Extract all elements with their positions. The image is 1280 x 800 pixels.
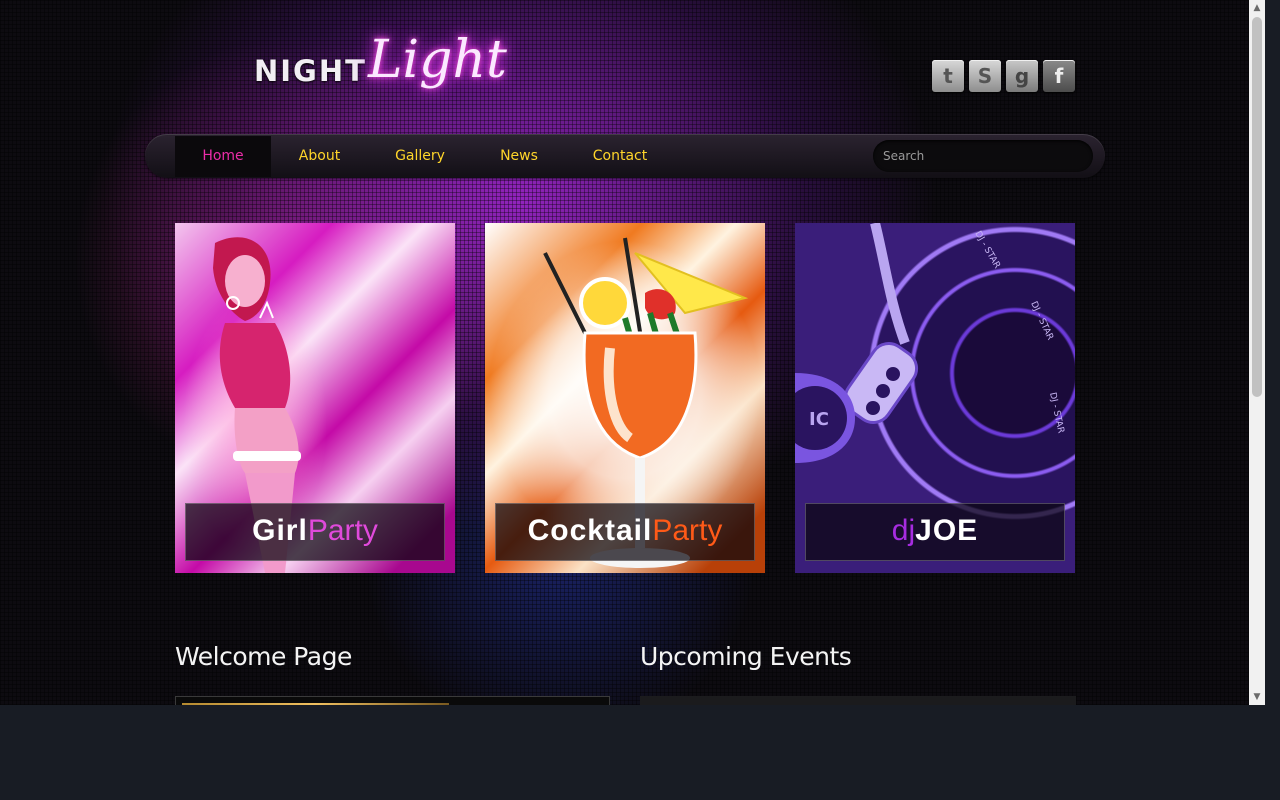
card-cocktail-party-title: CocktailParty bbox=[495, 503, 755, 561]
title-strong: JOE bbox=[915, 514, 979, 547]
twitter-icon[interactable]: t bbox=[932, 60, 964, 92]
scroll-up-arrow-icon[interactable]: ▲ bbox=[1249, 0, 1265, 16]
dj-star-text-3: DJ - STAR bbox=[1047, 392, 1065, 435]
logo-light-text: Light bbox=[368, 30, 507, 90]
title-thin: Party bbox=[652, 514, 723, 547]
facebook-icon[interactable]: f bbox=[1043, 60, 1075, 92]
nav-gallery[interactable]: Gallery bbox=[368, 136, 472, 177]
card-dj-joe[interactable]: IC DJ - STAR DJ - STAR DJ - STAR djJOE bbox=[795, 223, 1075, 573]
card-girl-party-title: GirlParty bbox=[185, 503, 445, 561]
welcome-image-box bbox=[175, 696, 610, 705]
logo-night-text: NIGHT bbox=[254, 54, 367, 88]
main-nav: Home About Gallery News Contact bbox=[145, 134, 1105, 178]
search-input[interactable] bbox=[873, 140, 1093, 172]
welcome-heading: Welcome Page bbox=[175, 642, 352, 671]
facebook-glyph: f bbox=[1054, 64, 1064, 88]
skype-glyph: S bbox=[977, 64, 993, 88]
google-icon[interactable]: g bbox=[1006, 60, 1038, 92]
card-cocktail-party[interactable]: CocktailParty bbox=[485, 223, 765, 573]
page-viewport: NIGHT Light t S g f Home About Gallery N… bbox=[0, 0, 1249, 705]
title-strong: Girl bbox=[252, 514, 308, 547]
google-glyph: g bbox=[1014, 64, 1030, 88]
title-strong: Cocktail bbox=[527, 514, 653, 547]
skype-icon[interactable]: S bbox=[969, 60, 1001, 92]
nav-home[interactable]: Home bbox=[175, 136, 271, 177]
dj-star-text-1: DJ - STAR bbox=[972, 230, 1001, 271]
vertical-scrollbar[interactable]: ▲ ▼ bbox=[1249, 0, 1265, 705]
nav-about[interactable]: About bbox=[271, 136, 368, 177]
nav-contact[interactable]: Contact bbox=[566, 136, 674, 177]
vinyl-label-text: IC bbox=[809, 409, 829, 430]
dj-star-text-2: DJ - STAR bbox=[1028, 300, 1055, 342]
scroll-thumb[interactable] bbox=[1252, 17, 1262, 397]
card-dj-joe-title: djJOE bbox=[805, 503, 1065, 561]
twitter-glyph: t bbox=[943, 64, 953, 88]
card-girl-party[interactable]: GirlParty bbox=[175, 223, 455, 573]
nav-news[interactable]: News bbox=[472, 136, 566, 177]
scroll-down-arrow-icon[interactable]: ▼ bbox=[1249, 689, 1265, 705]
events-heading: Upcoming Events bbox=[640, 642, 852, 671]
events-box bbox=[640, 696, 1076, 705]
title-thin: Party bbox=[307, 514, 378, 547]
title-thin: dj bbox=[891, 514, 916, 547]
